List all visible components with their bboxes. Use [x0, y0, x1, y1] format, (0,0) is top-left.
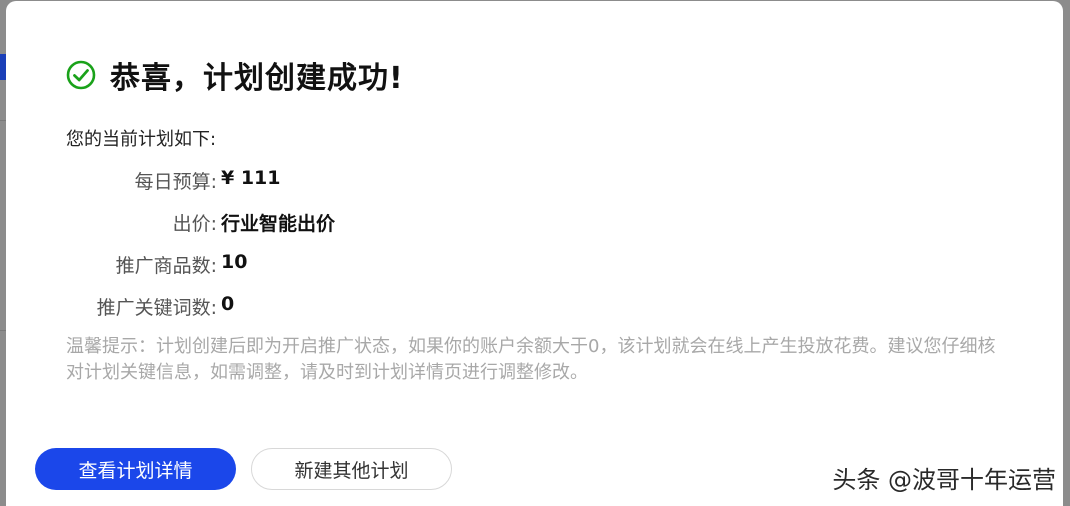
- view-plan-details-button[interactable]: 查看计划详情: [35, 448, 236, 490]
- field-value: 0: [221, 293, 235, 315]
- plan-intro: 您的当前计划如下:: [66, 129, 217, 150]
- dialog-header: 恭喜，计划创建成功!: [66, 53, 404, 97]
- field-label: 推广关键词数:: [96, 297, 217, 319]
- check-circle-icon: [66, 60, 96, 90]
- watermark: 头条 @波哥十年运营: [832, 466, 1056, 494]
- field-value: 行业智能出价: [221, 213, 336, 235]
- field-label: 出价:: [172, 213, 217, 235]
- plan-field-bid: 出价: 行业智能出价: [6, 209, 426, 236]
- dialog-title: 恭喜，计划创建成功!: [110, 61, 404, 96]
- plan-field-product-count: 推广商品数: 10: [6, 251, 426, 278]
- field-value: 10: [221, 251, 248, 273]
- field-label: 推广商品数:: [115, 255, 217, 277]
- field-label: 每日预算:: [134, 171, 217, 193]
- field-value: ¥ 111: [221, 167, 281, 189]
- plan-field-daily-budget: 每日预算: ¥ 111: [6, 167, 426, 194]
- create-other-plan-button[interactable]: 新建其他计划: [251, 448, 452, 490]
- warm-tip: 温馨提示：计划创建后即为开启推广状态，如果你的账户余额大于0，该计划就会在线上产…: [66, 336, 996, 383]
- plan-field-keyword-count: 推广关键词数: 0: [6, 293, 426, 320]
- success-dialog: 恭喜，计划创建成功! 您的当前计划如下: 每日预算: ¥ 111 出价: 行业智…: [6, 1, 1063, 506]
